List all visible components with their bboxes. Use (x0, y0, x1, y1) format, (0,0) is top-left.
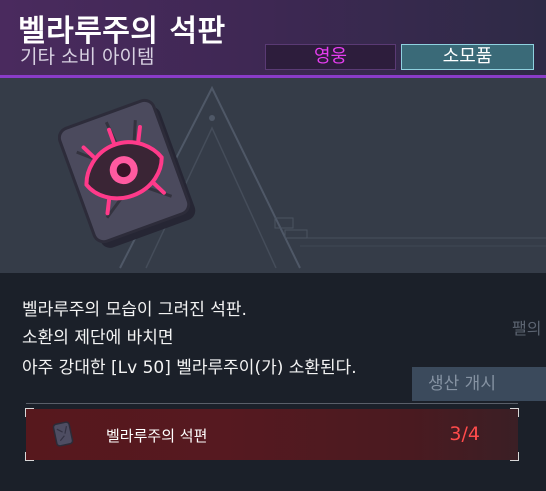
material-name: 벨라루주의 석편 (106, 427, 208, 445)
stone-fragment-icon (52, 421, 74, 447)
description-line: 소환의 제단에 바치면 (22, 328, 174, 348)
material-count: 3/4 (449, 423, 480, 445)
item-category: 기타 소비 아이템 (20, 46, 155, 68)
background-produce-button: 생산 개시 (412, 367, 546, 401)
rarity-tag: 영웅 (265, 44, 396, 70)
background-ghost-text: 팰의 (512, 319, 542, 338)
description-line: 아주 강대한 [Lv 50] 벨라루주이(가) 소환된다. (22, 358, 357, 378)
material-requirement-row: 벨라루주의 석편 3/4 (25, 403, 519, 461)
divider (26, 403, 518, 404)
item-header: 벨라루주의 석판 기타 소비 아이템 영웅 소모품 (0, 0, 546, 78)
description-line: 벨라루주의 모습이 그려진 석판. (22, 300, 247, 320)
eye-rune-tablet-icon (58, 98, 196, 248)
type-tag: 소모품 (401, 44, 534, 70)
item-artwork-panel (0, 78, 546, 273)
